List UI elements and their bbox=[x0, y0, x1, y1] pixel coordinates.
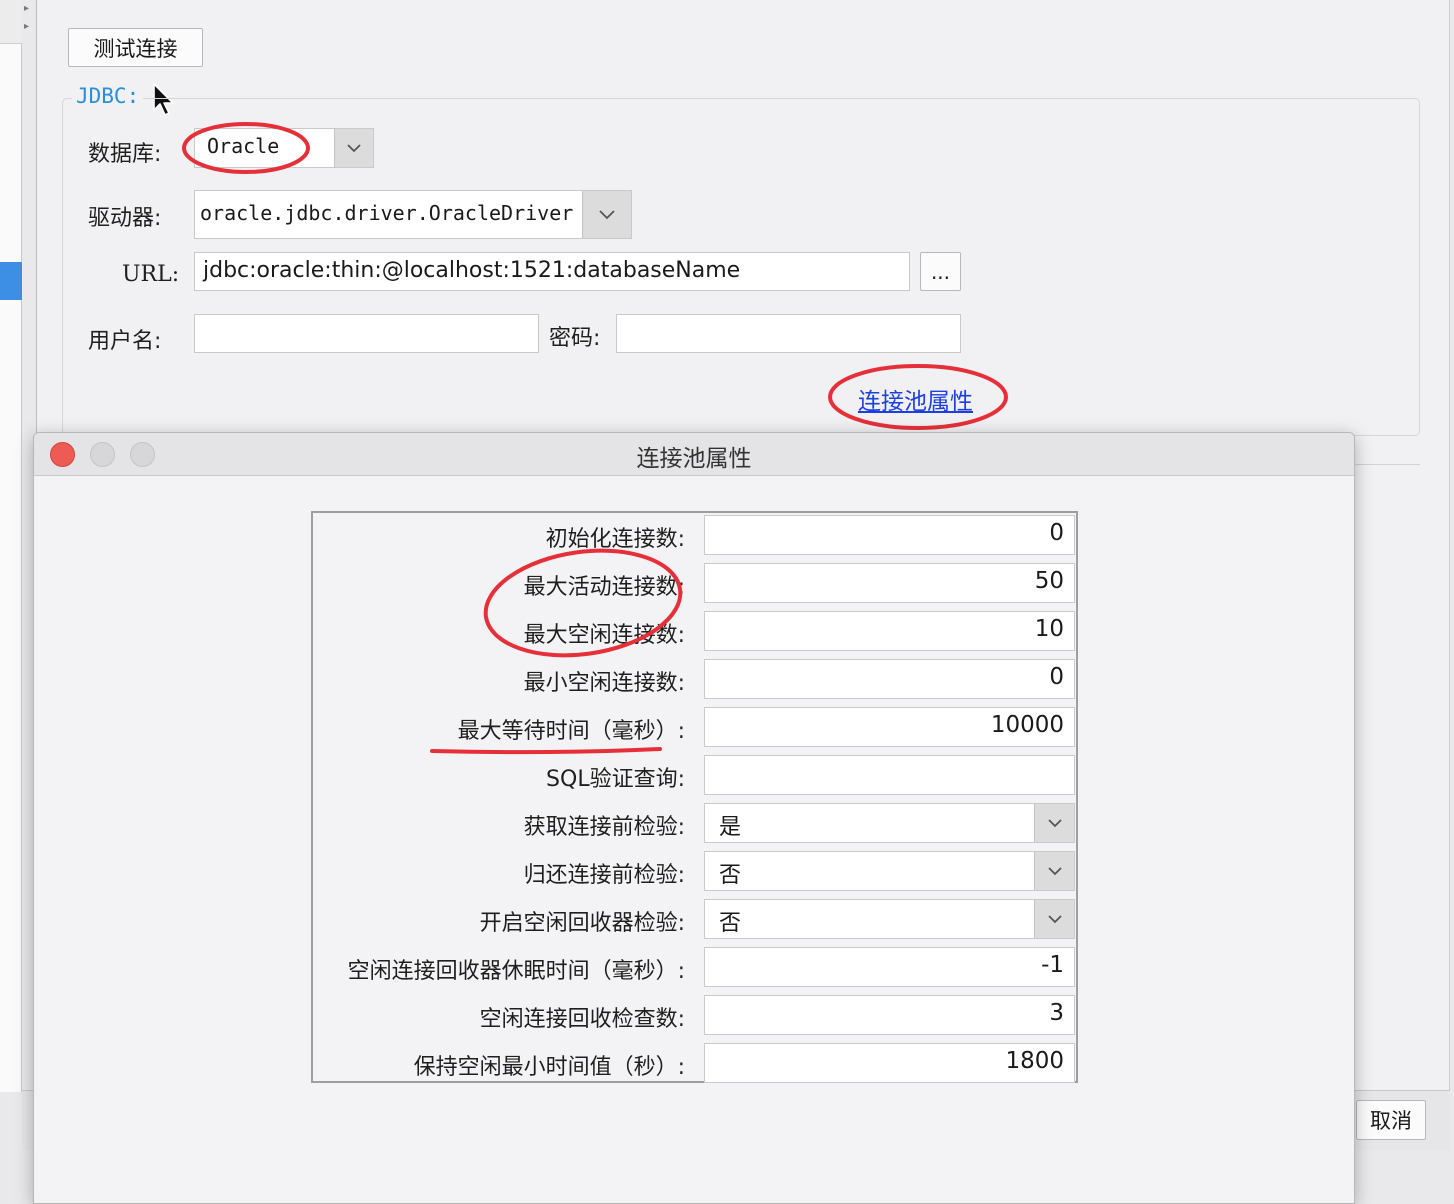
dialog-titlebar: 连接池属性 bbox=[34, 433, 1354, 476]
driver-select-value: oracle.jdbc.driver.OracleDriver bbox=[200, 201, 574, 225]
chevron-down-icon[interactable] bbox=[1034, 900, 1074, 938]
prop-label: 空闲连接回收器休眠时间（毫秒）: bbox=[347, 959, 685, 984]
prop-label: 最大等待时间（毫秒）: bbox=[457, 719, 685, 744]
prop-input-min-idle[interactable]: 0 bbox=[704, 659, 1075, 699]
prop-select-test-on-return[interactable]: 否 bbox=[704, 851, 1075, 891]
prop-input-max-active[interactable]: 50 bbox=[704, 563, 1075, 603]
left-sidebar-header bbox=[0, 0, 22, 44]
chevron-down-icon[interactable] bbox=[1034, 852, 1074, 890]
chevron-down-icon bbox=[599, 210, 615, 220]
chevron-down-icon bbox=[347, 144, 361, 153]
prop-row-max-wait: 最大等待时间（毫秒）: 10000 bbox=[313, 705, 1076, 753]
prop-row-eviction-interval: 空闲连接回收器休眠时间（毫秒）: -1 bbox=[313, 945, 1076, 993]
divider bbox=[1352, 464, 1420, 465]
prop-label: 空闲连接回收检查数: bbox=[479, 1007, 685, 1032]
prop-row-min-idle: 最小空闲连接数: 0 bbox=[313, 657, 1076, 705]
prop-select-value: 否 bbox=[719, 863, 742, 888]
prop-input-initial-size[interactable]: 0 bbox=[704, 515, 1075, 555]
username-label: 用户名: bbox=[88, 329, 162, 354]
database-select-value: Oracle bbox=[207, 134, 280, 158]
prop-label: 最小空闲连接数: bbox=[523, 671, 685, 696]
url-label: URL: bbox=[122, 262, 180, 287]
prop-label: SQL验证查询: bbox=[546, 767, 685, 792]
cancel-button[interactable]: 取消 bbox=[1356, 1100, 1426, 1140]
prop-label: 开启空闲回收器检验: bbox=[479, 911, 685, 936]
prop-input-num-tests-per-eviction[interactable]: 3 bbox=[704, 995, 1075, 1035]
prop-input-max-idle[interactable]: 10 bbox=[704, 611, 1075, 651]
prop-row-min-evictable-idle-time: 保持空闲最小时间值（秒）: 1800 bbox=[313, 1041, 1076, 1089]
prop-row-max-idle: 最大空闲连接数: 10 bbox=[313, 609, 1076, 657]
left-sidebar-selected-item[interactable] bbox=[0, 262, 22, 300]
database-label: 数据库: bbox=[88, 142, 162, 167]
prop-row-validation-query: SQL验证查询: bbox=[313, 753, 1076, 801]
url-browse-button[interactable]: ... bbox=[920, 252, 961, 291]
prop-row-num-tests-per-eviction: 空闲连接回收检查数: 3 bbox=[313, 993, 1076, 1041]
prop-row-test-while-idle: 开启空闲回收器检验: 否 bbox=[313, 897, 1076, 945]
scroll-arrows-icon[interactable]: ▸ ▸ bbox=[24, 0, 34, 40]
prop-select-test-while-idle[interactable]: 否 bbox=[704, 899, 1075, 939]
prop-label: 保持空闲最小时间值（秒）: bbox=[413, 1055, 685, 1080]
prop-row-test-on-borrow: 获取连接前检验: 是 bbox=[313, 801, 1076, 849]
prop-label: 最大空闲连接数: bbox=[523, 623, 685, 648]
prop-label: 获取连接前检验: bbox=[523, 815, 685, 840]
prop-select-value: 否 bbox=[719, 911, 742, 936]
prop-input-min-evictable-idle-time[interactable]: 1800 bbox=[704, 1043, 1075, 1083]
prop-row-initial-size: 初始化连接数: 0 bbox=[313, 513, 1076, 561]
database-dropdown-button[interactable] bbox=[334, 129, 373, 167]
dialog-title: 连接池属性 bbox=[636, 446, 752, 472]
prop-row-test-on-return: 归还连接前检验: 否 bbox=[313, 849, 1076, 897]
prop-input-eviction-interval[interactable]: -1 bbox=[704, 947, 1075, 987]
password-input[interactable] bbox=[616, 314, 961, 353]
jdbc-group-title: JDBC: bbox=[72, 84, 144, 108]
prop-select-test-on-borrow[interactable]: 是 bbox=[704, 803, 1075, 843]
driver-dropdown-button[interactable] bbox=[582, 191, 631, 238]
prop-input-max-wait[interactable]: 10000 bbox=[704, 707, 1075, 747]
test-connection-button[interactable]: 测试连接 bbox=[68, 28, 203, 67]
prop-label: 最大活动连接数: bbox=[523, 575, 685, 600]
pool-properties-link[interactable]: 连接池属性 bbox=[858, 382, 973, 416]
pool-properties-dialog: 连接池属性 初始化连接数: 0 最大活动连接数: 50 最大空闲连接数: 10 … bbox=[33, 432, 1355, 1204]
prop-select-value: 是 bbox=[719, 815, 742, 840]
prop-input-validation-query[interactable] bbox=[704, 755, 1075, 795]
prop-label: 归还连接前检验: bbox=[523, 863, 685, 888]
pool-properties-panel: 初始化连接数: 0 最大活动连接数: 50 最大空闲连接数: 10 最小空闲连接… bbox=[311, 511, 1078, 1083]
prop-row-max-active: 最大活动连接数: 50 bbox=[313, 561, 1076, 609]
left-sidebar-strip bbox=[0, 0, 22, 1092]
prop-label: 初始化连接数: bbox=[545, 527, 685, 552]
url-input[interactable]: jdbc:oracle:thin:@localhost:1521:databas… bbox=[194, 252, 910, 291]
username-input[interactable] bbox=[194, 314, 539, 353]
driver-label: 驱动器: bbox=[88, 206, 162, 231]
password-label: 密码: bbox=[549, 326, 601, 351]
chevron-down-icon[interactable] bbox=[1034, 804, 1074, 842]
